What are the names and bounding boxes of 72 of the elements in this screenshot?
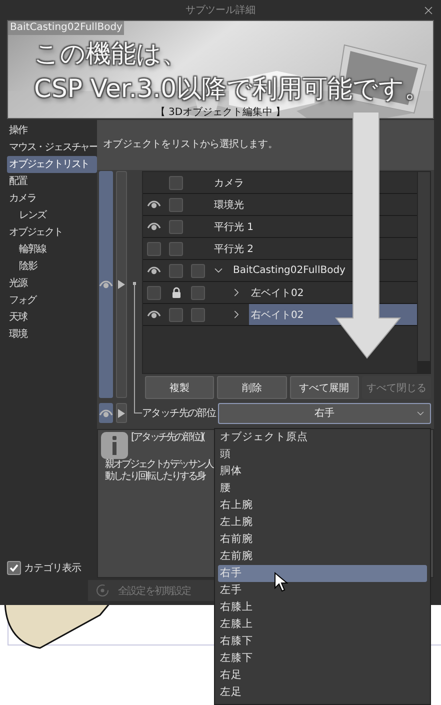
sidebar-item[interactable]: カメラ xyxy=(7,190,97,207)
description-text: オブジェクトをリストから選択します。 xyxy=(103,139,278,150)
menu-item[interactable]: 左前腕 xyxy=(218,548,427,565)
window-title: サブツール詳細 xyxy=(186,4,256,17)
object-name[interactable]: 環境光 xyxy=(212,194,417,215)
lock-checkbox[interactable] xyxy=(169,198,183,212)
attach-label: アタッチ先の部位 xyxy=(142,406,216,420)
object-name-label: BaitCasting02FullBody xyxy=(8,21,124,35)
sidebar-item[interactable]: 配置 xyxy=(7,173,97,190)
object-name[interactable]: 平行光 1 xyxy=(212,216,417,237)
menu-item[interactable]: 右膝下 xyxy=(218,633,427,650)
attach-dropdown[interactable]: 右手 xyxy=(218,402,431,424)
reset-icon xyxy=(96,584,109,597)
menu-item[interactable]: 左手 xyxy=(218,582,427,599)
visibility-checkbox[interactable] xyxy=(147,242,161,256)
sidebar-item[interactable]: 環境 xyxy=(7,326,97,343)
eye-icon[interactable] xyxy=(147,310,161,319)
scrollbar[interactable] xyxy=(417,172,430,373)
sidebar-item[interactable]: オブジェクトリスト xyxy=(7,156,97,173)
sidebar-item[interactable]: フォグ xyxy=(7,292,97,309)
action-button[interactable]: 複製 xyxy=(145,376,214,399)
eye-icon[interactable] xyxy=(147,266,161,275)
sidebar-item[interactable]: 操作 xyxy=(7,122,97,139)
info-icon xyxy=(101,432,128,459)
object-name[interactable]: BaitCasting02FullBody xyxy=(231,260,417,281)
lock-checkbox[interactable] xyxy=(169,308,183,322)
eye-icon[interactable] xyxy=(147,200,161,209)
menu-item[interactable]: 左膝上 xyxy=(218,616,427,633)
play-icon xyxy=(118,280,125,289)
info-text: 親オブジェクトがデッサン人 xyxy=(104,459,213,471)
action-button[interactable]: すべて展開 xyxy=(290,376,359,399)
object-name[interactable]: 左ベイト02 xyxy=(249,282,417,303)
info-text: 動したり回転したりする身 xyxy=(104,471,205,483)
status-text: 【 3Dオブジェクト編集中 】 xyxy=(155,106,286,118)
object-name[interactable]: 平行光 2 xyxy=(212,238,417,259)
checkbox-label: カテゴリ表示 xyxy=(24,562,81,575)
sidebar-item[interactable]: オブジェクト xyxy=(7,224,97,241)
menu-item[interactable]: 左上腕 xyxy=(218,514,427,531)
menu-item[interactable]: 右膝上 xyxy=(218,599,427,616)
checkbox[interactable] xyxy=(191,308,205,322)
lock-icon[interactable] xyxy=(172,287,180,298)
notice-text: この機能は、 xyxy=(33,38,188,71)
object-name[interactable]: カメラ xyxy=(212,172,417,193)
menu-item[interactable]: 左膝下 xyxy=(218,650,427,667)
checkbox[interactable] xyxy=(191,286,205,300)
menu-item[interactable]: 右上腕 xyxy=(218,497,427,514)
lock-checkbox[interactable] xyxy=(169,264,183,278)
sidebar-item[interactable]: 輪郭線 xyxy=(7,241,97,258)
menu-item[interactable]: 右前腕 xyxy=(218,531,427,548)
menu-item[interactable]: 腰 xyxy=(218,480,427,497)
menu-item[interactable]: オブジェクト原点 xyxy=(218,429,427,446)
lock-checkbox[interactable] xyxy=(169,242,183,256)
action-button[interactable]: 削除 xyxy=(217,376,286,399)
info-title: [アタッチ先の部位]( xyxy=(131,432,204,444)
menu-item[interactable]: 頭 xyxy=(218,446,427,463)
lock-checkbox[interactable] xyxy=(169,176,183,190)
checkbox[interactable] xyxy=(7,561,21,575)
visibility-button[interactable] xyxy=(99,403,113,423)
checkbox[interactable] xyxy=(191,264,205,278)
mouse-cursor-icon xyxy=(274,572,288,592)
visibility-checkbox[interactable] xyxy=(147,286,161,300)
play-icon xyxy=(118,408,125,418)
sidebar-item[interactable]: 光源 xyxy=(7,275,97,292)
menu-item[interactable]: 胴体 xyxy=(218,463,427,480)
sidebar-item[interactable]: 天球 xyxy=(7,309,97,326)
sidebar-item[interactable]: レンズ xyxy=(7,207,97,224)
eye-icon[interactable] xyxy=(147,222,161,231)
expand-button[interactable] xyxy=(116,403,127,423)
sidebar-item[interactable]: 陰影 xyxy=(7,258,97,275)
menu-item[interactable]: 右足 xyxy=(218,667,427,684)
menu-item[interactable]: 左足 xyxy=(218,684,427,701)
lock-checkbox[interactable] xyxy=(169,220,183,234)
